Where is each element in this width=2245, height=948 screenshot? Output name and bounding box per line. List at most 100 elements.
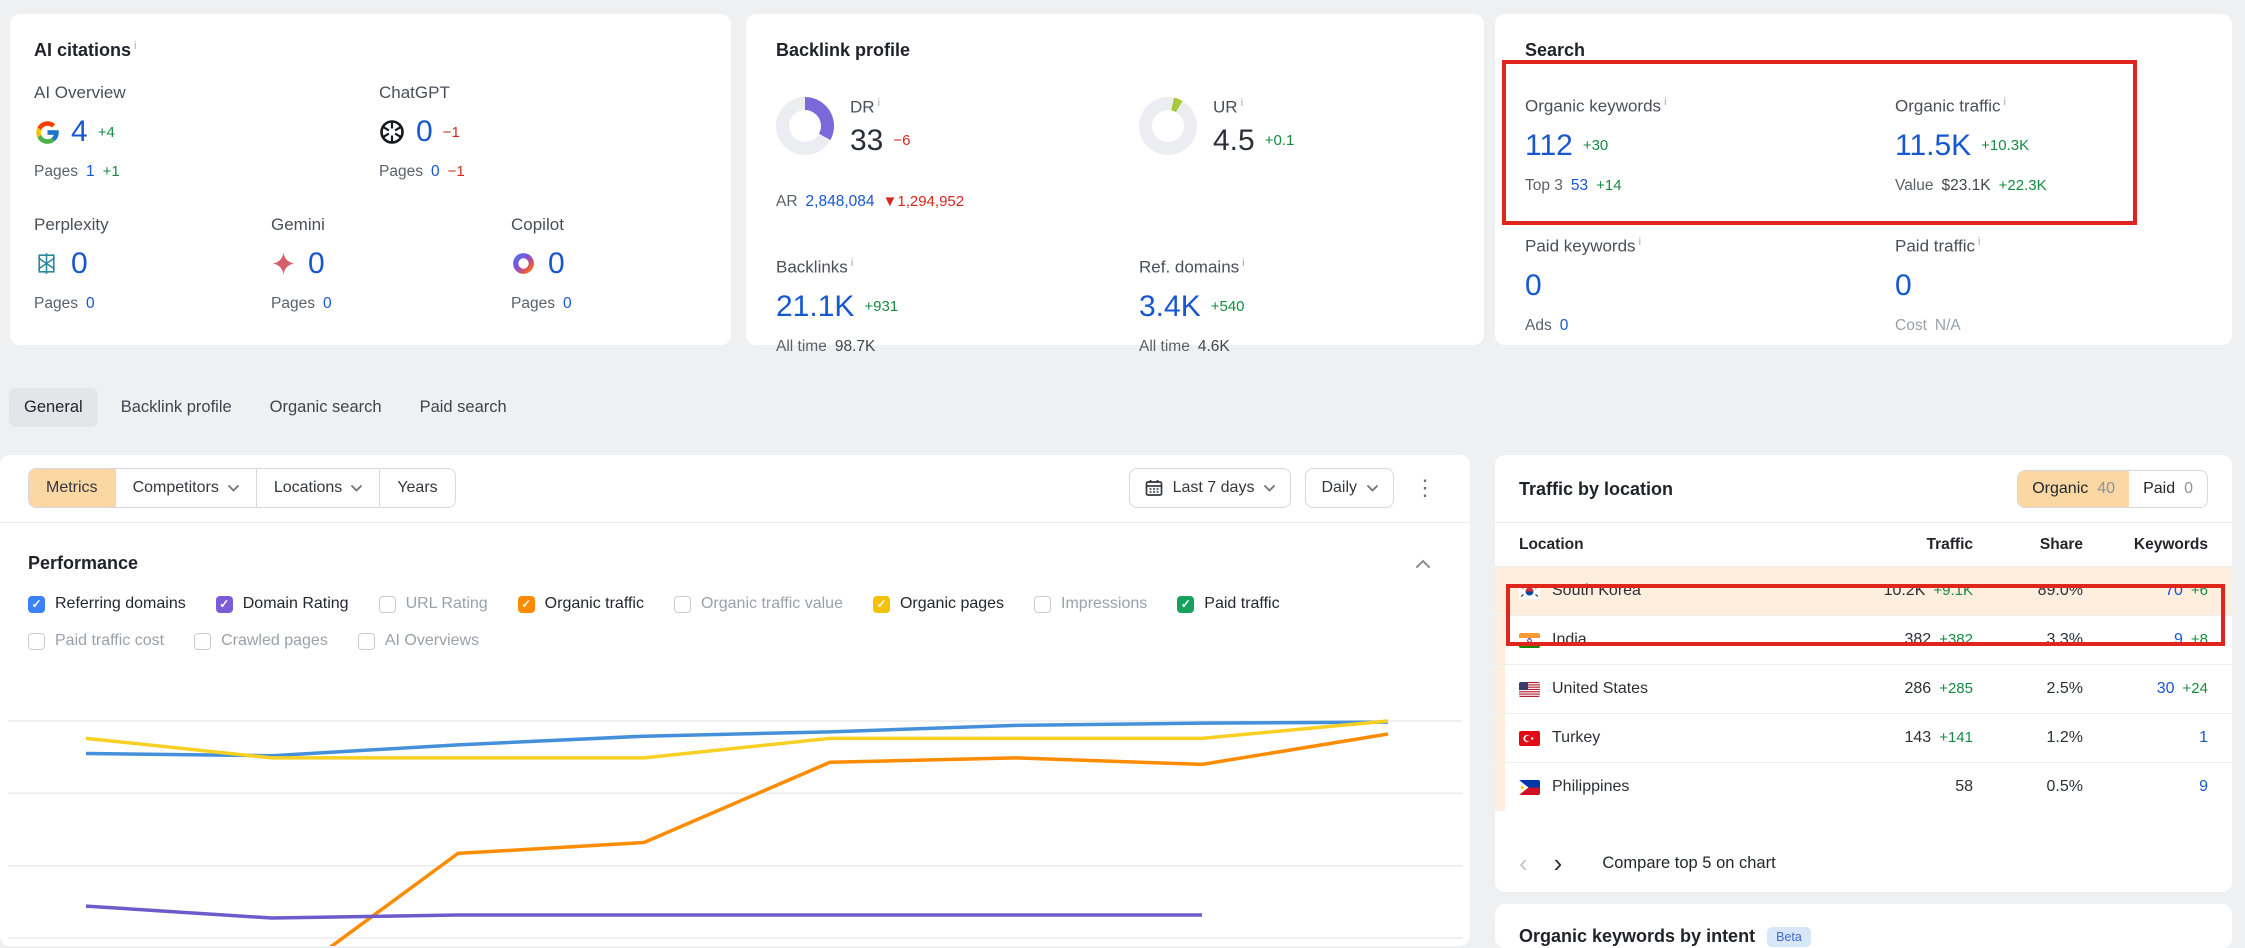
- dr-metric: DRi 33 −6: [776, 97, 910, 156]
- traffic-by-location-title: Traffic by location: [1519, 479, 1673, 500]
- checkbox-box[interactable]: [379, 596, 396, 613]
- granularity-button[interactable]: Daily: [1305, 468, 1394, 508]
- checkbox-box[interactable]: ✓: [216, 596, 233, 613]
- locations-dropdown[interactable]: Locations: [256, 469, 380, 507]
- checkbox-box[interactable]: ✓: [873, 596, 890, 613]
- calendar-icon: [1145, 479, 1163, 497]
- ar-row: AR 2,848,084 ▼1,294,952: [776, 193, 964, 211]
- collapse-chevron-up-icon[interactable]: [1416, 559, 1430, 568]
- pages-count[interactable]: 0: [323, 295, 332, 313]
- checkbox-domain-rating[interactable]: ✓Domain Rating: [216, 595, 349, 613]
- table-row-india[interactable]: India382+3823.3%9+8: [1495, 615, 2232, 664]
- checkbox-box[interactable]: [1034, 596, 1051, 613]
- citation-count[interactable]: 0: [308, 249, 325, 279]
- prev-page-button[interactable]: ‹: [1519, 850, 1528, 876]
- performance-title: Performance: [28, 553, 138, 574]
- chevron-down-icon: [228, 485, 239, 492]
- metrics-button[interactable]: Metrics: [29, 469, 115, 507]
- checkbox-box[interactable]: [674, 596, 691, 613]
- organic-keywords-value[interactable]: 112: [1525, 131, 1573, 161]
- checkbox-paid-traffic[interactable]: ✓Paid traffic: [1177, 595, 1279, 613]
- years-button[interactable]: Years: [379, 469, 454, 507]
- citation-count[interactable]: 4: [71, 117, 88, 147]
- citation-count[interactable]: 0: [548, 249, 565, 279]
- ai-citations-card: AI citationsi AI Overview4+4Pages1+1Chat…: [10, 14, 731, 345]
- traffic-table-body: South Korea10.2K+9.1K89.0%70+6India382+3…: [1495, 566, 2232, 811]
- pages-count[interactable]: 1: [86, 163, 95, 181]
- tab-backlink-profile[interactable]: Backlink profile: [106, 388, 247, 427]
- paid-traffic-metric: Paid traffici 0 CostN/A: [1895, 236, 1980, 335]
- top3-value[interactable]: 53: [1571, 177, 1588, 195]
- table-row-turkey[interactable]: Turkey143+1411.2%1: [1495, 713, 2232, 762]
- citation-count[interactable]: 0: [416, 117, 433, 147]
- checkbox-box[interactable]: [28, 633, 45, 650]
- paid-toggle[interactable]: Paid 0: [2129, 471, 2207, 507]
- share-bar: [1495, 763, 1505, 811]
- checkbox-label: AI Overviews: [385, 632, 479, 650]
- more-options-button[interactable]: ⋮: [1408, 475, 1442, 501]
- checkbox-crawled-pages[interactable]: Crawled pages: [194, 632, 328, 650]
- table-row-united-states[interactable]: United States286+2852.5%30+24: [1495, 664, 2232, 713]
- dr-value: 33: [850, 126, 883, 156]
- checkbox-label: Crawled pages: [221, 632, 328, 650]
- paid-traffic-value[interactable]: 0: [1895, 271, 1912, 301]
- checkbox-url-rating[interactable]: URL Rating: [379, 595, 488, 613]
- date-range-button[interactable]: Last 7 days: [1129, 468, 1292, 508]
- intent-title: Organic keywords by intent: [1519, 926, 1755, 947]
- paid-keywords-value[interactable]: 0: [1525, 271, 1542, 301]
- share-value: 89.0%: [1973, 582, 2083, 600]
- ref-domains-value[interactable]: 3.4K: [1139, 292, 1201, 322]
- checkbox-organic-pages[interactable]: ✓Organic pages: [873, 595, 1004, 613]
- ur-value: 4.5: [1213, 126, 1255, 156]
- checkbox-paid-traffic-cost[interactable]: Paid traffic cost: [28, 632, 164, 650]
- keywords-value[interactable]: 70: [2165, 582, 2183, 600]
- pages-count[interactable]: 0: [563, 295, 572, 313]
- checkbox-box[interactable]: ✓: [28, 596, 45, 613]
- share-value: 0.5%: [1973, 778, 2083, 796]
- location-name: United States: [1552, 680, 1648, 698]
- flag-icon-ph: [1519, 780, 1540, 795]
- performance-chart[interactable]: [0, 670, 1470, 946]
- organic-traffic-value[interactable]: 11.5K: [1895, 131, 1971, 161]
- label: Perplexity: [34, 215, 271, 235]
- flag-icon-tr: [1519, 731, 1540, 746]
- competitors-dropdown[interactable]: Competitors: [115, 469, 256, 507]
- ur-metric: URi 4.5 +0.1: [1139, 97, 1294, 156]
- backlinks-value[interactable]: 21.1K: [776, 292, 854, 322]
- table-row-south-korea[interactable]: South Korea10.2K+9.1K89.0%70+6: [1495, 566, 2232, 615]
- table-row-philippines[interactable]: Philippines580.5%9: [1495, 762, 2232, 811]
- ar-value[interactable]: 2,848,084: [806, 193, 875, 211]
- checkbox-ai-overviews[interactable]: AI Overviews: [358, 632, 479, 650]
- checkbox-label: Impressions: [1061, 595, 1147, 613]
- location-name: South Korea: [1552, 582, 1641, 600]
- checkbox-label: Referring domains: [55, 595, 186, 613]
- share-value: 3.3%: [1973, 631, 2083, 649]
- next-page-button[interactable]: ›: [1554, 850, 1563, 876]
- checkbox-box[interactable]: [194, 633, 211, 650]
- pages-count[interactable]: 0: [431, 163, 440, 181]
- tab-general[interactable]: General: [9, 388, 98, 427]
- citation-count[interactable]: 0: [71, 249, 88, 279]
- organic-toggle[interactable]: Organic 40: [2018, 471, 2129, 507]
- checkbox-referring-domains[interactable]: ✓ Referring domains: [28, 595, 186, 613]
- ai-overview-citation-item: AI Overview4+4Pages1+1: [34, 83, 379, 181]
- tab-paid-search[interactable]: Paid search: [405, 388, 522, 427]
- checkbox-organic-traffic-value[interactable]: Organic traffic value: [674, 595, 843, 613]
- traffic-value: 286: [1905, 680, 1932, 698]
- traffic-by-location-card: Traffic by location Organic 40 Paid 0 Lo…: [1495, 455, 2232, 892]
- keywords-value[interactable]: 9: [2174, 631, 2183, 649]
- checkbox-box[interactable]: [358, 633, 375, 650]
- keywords-value[interactable]: 1: [2199, 729, 2208, 747]
- keywords-value[interactable]: 30: [2157, 680, 2175, 698]
- checkbox-box[interactable]: ✓: [1177, 596, 1194, 613]
- pages-count[interactable]: 0: [86, 295, 95, 313]
- checkbox-box[interactable]: ✓: [518, 596, 535, 613]
- dr-label: DRi: [850, 97, 910, 118]
- checkbox-organic-traffic[interactable]: ✓Organic traffic: [518, 595, 644, 613]
- performance-panel: Metrics Competitors Locations Years Last…: [0, 455, 1470, 946]
- compare-top5-label[interactable]: Compare top 5 on chart: [1602, 854, 1775, 873]
- keywords-value[interactable]: 9: [2199, 778, 2208, 796]
- tab-organic-search[interactable]: Organic search: [255, 388, 397, 427]
- checkbox-impressions[interactable]: Impressions: [1034, 595, 1147, 613]
- organic-keywords-metric: Organic keywordsi 112 +30 Top 353+14: [1525, 96, 1667, 195]
